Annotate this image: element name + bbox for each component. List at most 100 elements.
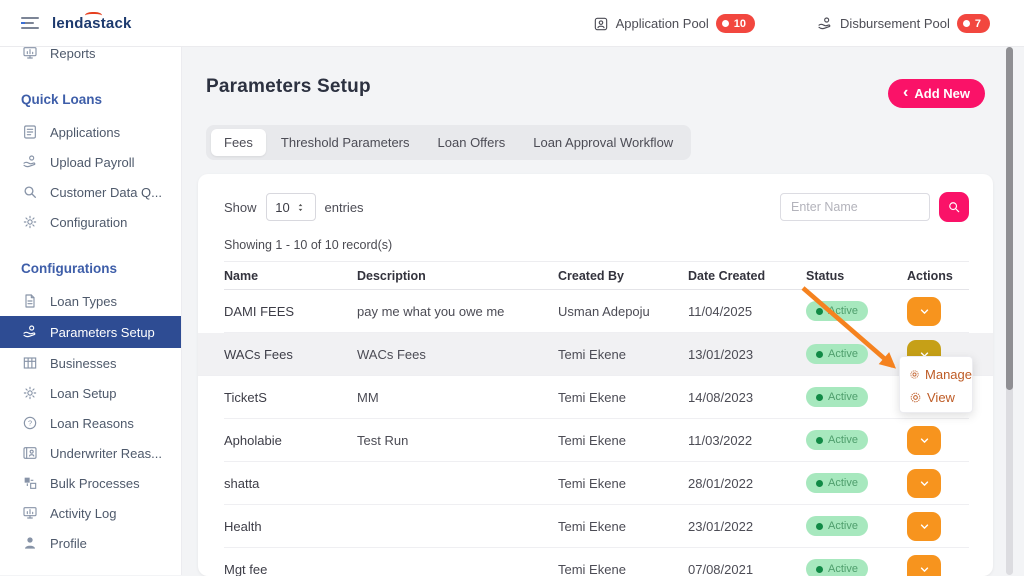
sidebar-item-loan-types[interactable]: Loan Types: [0, 286, 181, 316]
status-dot-icon: [816, 394, 823, 401]
status-label: Active: [828, 477, 858, 489]
hand-coin-icon: [817, 16, 833, 32]
row-actions-button[interactable]: [907, 297, 941, 326]
column-header-actions: Actions: [907, 269, 969, 283]
status-dot-icon: [816, 351, 823, 358]
sidebar-toggle-icon[interactable]: [21, 17, 39, 29]
page-size-control: Show 10 entries: [224, 193, 364, 221]
cell-name: WACs Fees: [224, 347, 357, 362]
sidebar-item-applications[interactable]: Applications: [0, 117, 181, 147]
id-card-icon: [22, 445, 38, 461]
disbursement-pool[interactable]: Disbursement Pool 7: [817, 14, 990, 33]
sidebar-item-profile[interactable]: Profile: [0, 528, 181, 558]
chevron-down-icon: [918, 520, 931, 533]
sidebar-item-bulk-processes[interactable]: Bulk Processes: [0, 468, 181, 498]
chevron-down-icon: [918, 563, 931, 576]
question-circle-icon: [22, 415, 38, 431]
chevron-down-icon: [918, 477, 931, 490]
add-new-button[interactable]: ‹ Add New: [888, 79, 985, 108]
brand-logo[interactable]: lendastack: [52, 15, 132, 32]
row-actions-button[interactable]: [907, 469, 941, 498]
cell-name: DAMI FEES: [224, 304, 357, 319]
records-summary: Showing 1 - 10 of 10 record(s): [224, 238, 993, 252]
search-icon: [22, 184, 38, 200]
sidebar-item-businesses[interactable]: Businesses: [0, 348, 181, 378]
sidebar-section-quick-loans: Quick Loans: [21, 92, 181, 107]
file-icon: [22, 293, 38, 309]
cell-date-created: 28/01/2022: [688, 476, 806, 491]
status-dot-icon: [816, 523, 823, 530]
hand-coin-icon: [22, 324, 38, 340]
sidebar-item-label: Loan Setup: [50, 386, 117, 401]
sidebar-item-underwriter-reasons[interactable]: Underwriter Reas...: [0, 438, 181, 468]
cell-created-by: Temi Ekene: [558, 433, 688, 448]
tab-threshold-parameters[interactable]: Threshold Parameters: [268, 129, 423, 156]
topbar: lendastack Application Pool 10 Disbursem…: [0, 0, 1024, 47]
sidebar-item-upload-payroll[interactable]: Upload Payroll: [0, 147, 181, 177]
cell-name: Health: [224, 519, 357, 534]
tab-bar: Fees Threshold Parameters Loan Offers Lo…: [206, 125, 691, 160]
sidebar-item-activity-log[interactable]: Activity Log: [0, 498, 181, 528]
sidebar-item-label: Upload Payroll: [50, 155, 135, 170]
monitor-chart-icon: [22, 505, 38, 521]
status-badge: Active: [806, 473, 868, 493]
sidebar-item-label: Activity Log: [50, 506, 116, 521]
sidebar: Reports Quick Loans Applications Upload …: [0, 47, 182, 575]
document-icon: [22, 124, 38, 140]
tab-fees[interactable]: Fees: [211, 129, 266, 156]
table-row: Mgt fee Temi Ekene 07/08/2021 Active: [224, 548, 969, 576]
cell-date-created: 11/03/2022: [688, 433, 806, 448]
status-badge: Active: [806, 344, 868, 364]
status-badge: Active: [806, 301, 868, 321]
chevron-down-icon: [918, 305, 931, 318]
cell-date-created: 13/01/2023: [688, 347, 806, 362]
table-grid-icon: [22, 355, 38, 371]
sidebar-item-configuration[interactable]: Configuration: [0, 207, 181, 237]
row-actions-button[interactable]: [907, 426, 941, 455]
sidebar-item-customer-data-query[interactable]: Customer Data Q...: [0, 177, 181, 207]
row-actions-button[interactable]: [907, 555, 941, 576]
cell-created-by: Temi Ekene: [558, 390, 688, 405]
menu-item-label: Manage: [925, 367, 972, 382]
person-icon: [22, 535, 38, 551]
sidebar-item-label: Reports: [50, 47, 96, 61]
table-row: DAMI FEES pay me what you owe me Usman A…: [224, 290, 969, 333]
application-pool[interactable]: Application Pool 10: [593, 14, 755, 33]
brand-swoosh-icon: [85, 12, 102, 19]
cell-created-by: Temi Ekene: [558, 347, 688, 362]
search-input[interactable]: [780, 193, 930, 221]
search-button[interactable]: [939, 192, 969, 222]
tab-loan-approval-workflow[interactable]: Loan Approval Workflow: [520, 129, 686, 156]
badge-dot: [963, 20, 970, 27]
hand-coin-icon: [22, 154, 38, 170]
search-icon: [947, 200, 961, 214]
column-header-name: Name: [224, 269, 357, 283]
sidebar-item-loan-setup[interactable]: Loan Setup: [0, 378, 181, 408]
status-label: Active: [828, 305, 858, 317]
menu-item-view[interactable]: View: [909, 386, 972, 409]
sidebar-item-label: Underwriter Reas...: [50, 446, 162, 461]
status-dot-icon: [816, 308, 823, 315]
page-size-select[interactable]: 10: [266, 193, 316, 221]
menu-item-manage[interactable]: Manage: [909, 363, 972, 386]
application-pool-count: 10: [734, 18, 746, 30]
fees-table: Name Description Created By Date Created…: [224, 261, 969, 576]
table-header-row: Name Description Created By Date Created…: [224, 261, 969, 290]
sidebar-item-loan-reasons[interactable]: Loan Reasons: [0, 408, 181, 438]
actions-dropdown-menu: Manage View: [899, 356, 973, 413]
sidebar-item-label: Profile: [50, 536, 87, 551]
sidebar-item-reports[interactable]: Reports: [0, 47, 181, 68]
disbursement-pool-count: 7: [975, 18, 981, 30]
tab-loan-offers[interactable]: Loan Offers: [425, 129, 519, 156]
chevron-down-icon: [918, 434, 931, 447]
sidebar-item-label: Bulk Processes: [50, 476, 140, 491]
search-controls: [780, 192, 969, 222]
cell-name: TicketS: [224, 390, 357, 405]
user-card-icon: [593, 16, 609, 32]
gear-icon: [22, 214, 38, 230]
sidebar-item-parameters-setup[interactable]: Parameters Setup: [0, 316, 181, 348]
scrollbar-thumb[interactable]: [1006, 47, 1013, 390]
row-actions-button[interactable]: [907, 512, 941, 541]
up-down-arrows-icon: [295, 202, 306, 213]
status-dot-icon: [816, 480, 823, 487]
